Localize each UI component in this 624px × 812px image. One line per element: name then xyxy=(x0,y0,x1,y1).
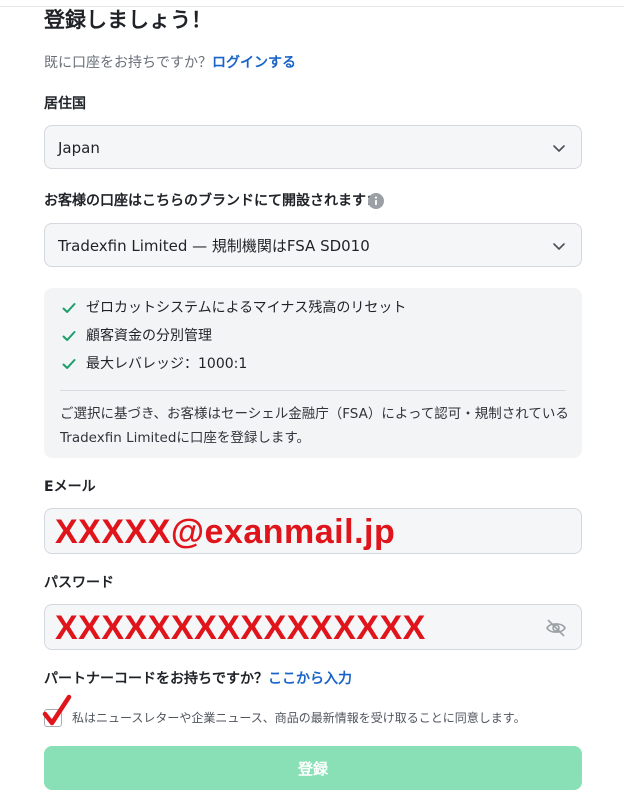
email-field[interactable]: XXXXX@exanmail.jp xyxy=(44,508,582,554)
brand-label: お客様の口座はこちらのブランドにて開設されます： xyxy=(44,193,380,209)
chevron-down-icon xyxy=(553,243,565,250)
residence-label: 居住国 xyxy=(44,96,86,112)
check-icon xyxy=(62,359,76,369)
email-value: XXXXX@exanmail.jp xyxy=(55,513,396,551)
login-prompt-row: 既に口座をお持ちですか？ログインする xyxy=(44,53,296,73)
partner-prompt: パートナーコードをお持ちですか？ xyxy=(44,671,268,687)
residence-select[interactable]: Japan xyxy=(44,125,582,169)
brand-info-box: ゼロカットシステムによるマイナス残高のリセット 顧客資金の分別管理 最大レバレッ… xyxy=(44,288,582,458)
password-value: XXXXXXXXXXXXXXXX xyxy=(55,609,426,647)
info-icon[interactable] xyxy=(368,193,384,209)
residence-value: Japan xyxy=(58,139,100,157)
partner-code-link[interactable]: ここから入力 xyxy=(268,671,352,687)
chevron-down-icon xyxy=(553,145,565,152)
password-label: パスワード xyxy=(44,575,114,591)
brand-select[interactable]: Tradexfin Limited — 規制機関はFSA SD010 xyxy=(44,223,582,267)
check-icon xyxy=(62,331,76,341)
check-icon xyxy=(62,303,76,313)
login-link[interactable]: ログインする xyxy=(212,55,296,71)
feature-text: 顧客資金の分別管理 xyxy=(86,328,212,344)
eye-off-icon[interactable] xyxy=(545,618,567,638)
brand-value: Tradexfin Limited — 規制機関はFSA SD010 xyxy=(58,237,370,255)
feature-text: 最大レバレッジ：1000:1 xyxy=(86,356,248,372)
brand-description: ご選択に基づき、お客様はセーシェル金融庁（FSA）によって認可・規制されているT… xyxy=(60,406,569,446)
email-label: Eメール xyxy=(44,479,96,495)
login-prompt: 既に口座をお持ちですか？ xyxy=(44,55,212,71)
register-button[interactable]: 登録 xyxy=(44,746,582,790)
partner-code-row: パートナーコードをお持ちですか？ここから入力 xyxy=(44,669,352,689)
info-divider xyxy=(60,390,566,391)
newsletter-consent-text: 私はニュースレターや企業ニュース、商品の最新情報を受け取ることに同意します。 xyxy=(72,711,526,725)
registration-page: 登録しましょう！ 既に口座をお持ちですか？ログインする 居住国 Japan お客… xyxy=(0,0,624,812)
page-title: 登録しましょう！ xyxy=(44,8,212,32)
password-field[interactable]: XXXXXXXXXXXXXXXX xyxy=(44,604,582,650)
feature-text: ゼロカットシステムによるマイナス残高のリセット xyxy=(86,300,407,316)
red-check-mark-icon xyxy=(42,694,72,726)
